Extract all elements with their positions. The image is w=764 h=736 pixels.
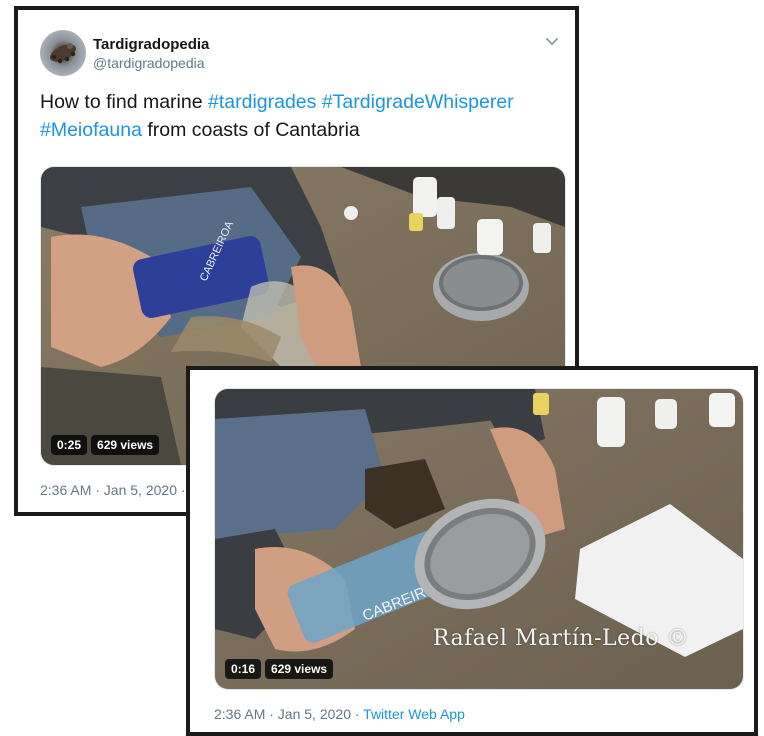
text-suffix: from coasts of Cantabria xyxy=(141,119,360,141)
tweet-meta: 2:36 AM · Jan 5, 2020 · Twitter Web App xyxy=(214,706,465,722)
video-views: 629 views xyxy=(265,659,334,679)
video-duration: 0:25 xyxy=(51,435,88,455)
video-player[interactable]: CABREIROA Rafael Martín-Ledo © 0:16 629 … xyxy=(214,388,744,690)
avatar[interactable] xyxy=(40,30,86,76)
tweet-timestamp[interactable]: 2:36 AM · Jan 5, 2020 · xyxy=(214,706,363,722)
hashtag-tardigrades[interactable]: #tardigrades xyxy=(208,91,316,113)
video-views: 629 views xyxy=(91,435,160,455)
tweet-timestamp[interactable]: 2:36 AM · Jan 5, 2020 · xyxy=(40,482,186,498)
video-badges: 0:25 629 views xyxy=(51,435,160,455)
video-watermark: Rafael Martín-Ledo © xyxy=(432,626,689,651)
tweet-text: How to find marine #tardigrades #Tardigr… xyxy=(40,88,570,144)
author-handle[interactable]: @tardigradopedia xyxy=(93,55,205,71)
author-name[interactable]: Tardigradopedia xyxy=(93,36,209,53)
hashtag-meiofauna[interactable]: #Meiofauna xyxy=(40,119,142,141)
hashtag-tardigradewhisperer[interactable]: #TardigradeWhisperer xyxy=(322,91,514,113)
tardigrade-icon xyxy=(49,43,77,64)
tweet-card-2: CABREIROA Rafael Martín-Ledo © 0:16 629 … xyxy=(186,366,758,736)
video-duration: 0:16 xyxy=(225,659,262,679)
chevron-down-icon[interactable] xyxy=(545,37,559,47)
video-badges: 0:16 629 views xyxy=(225,659,334,679)
tweet-source-link[interactable]: Twitter Web App xyxy=(363,706,465,722)
text-prefix: How to find marine xyxy=(40,91,208,113)
